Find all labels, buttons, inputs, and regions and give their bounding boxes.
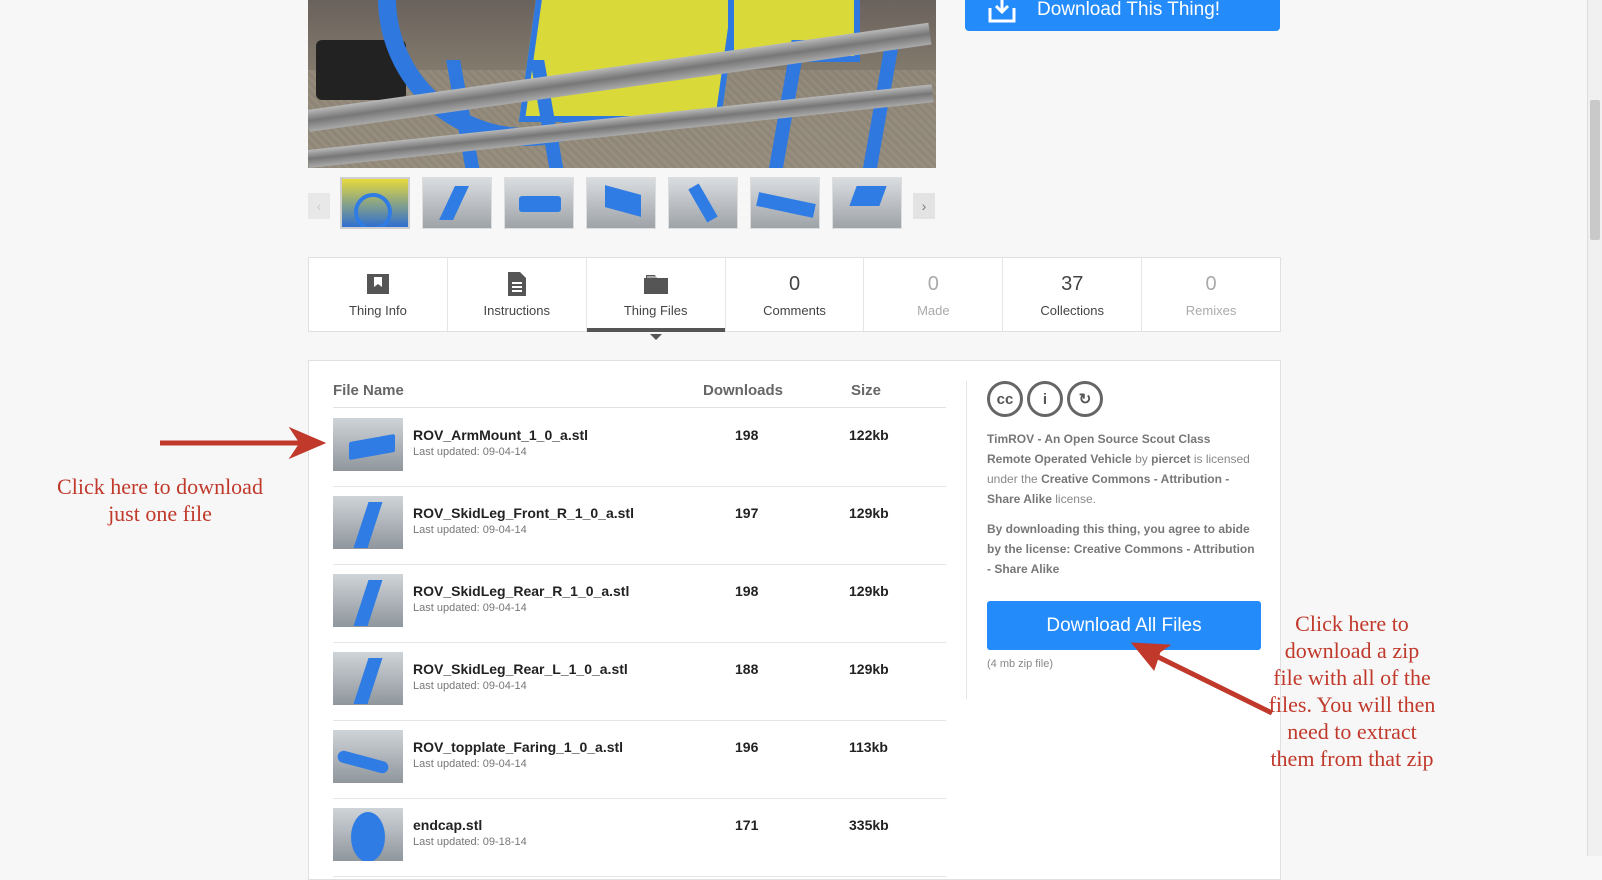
file-downloads: 171: [735, 817, 759, 833]
downloads-column-header: Downloads: [703, 382, 784, 399]
tab-instructions[interactable]: Instructions: [448, 258, 587, 331]
download-all-files-button[interactable]: Download All Files: [987, 601, 1261, 650]
file-size: 129kb: [849, 505, 889, 521]
page-scrollbar[interactable]: [1587, 0, 1602, 856]
scrollbar-thumb[interactable]: [1590, 100, 1600, 240]
tab-label: Thing Info: [349, 303, 407, 318]
license-text: TimROV - An Open Source Scout Class Remo…: [987, 429, 1256, 509]
author-link[interactable]: piercet: [1151, 452, 1190, 466]
file-date: Last updated: 09-04-14: [413, 680, 527, 692]
file-row[interactable]: endcap.stl Last updated: 09-18-14 171 33…: [333, 798, 946, 877]
file-row[interactable]: ROV_ArmMount_1_0_a.stl Last updated: 09-…: [333, 408, 946, 487]
tab-thing-files[interactable]: Thing Files: [586, 258, 726, 340]
tab-label: Comments: [763, 303, 826, 318]
thing-info-icon: [366, 271, 390, 297]
made-count: 0: [927, 273, 939, 295]
file-row[interactable]: ROV_topplate_Faring_1_0_a.stl Last updat…: [333, 720, 946, 799]
file-downloads: 188: [735, 661, 759, 677]
annotation-one-file: Click here to download just one file: [57, 474, 263, 526]
file-date: Last updated: 09-18-14: [413, 836, 527, 848]
license-suffix: license.: [1055, 492, 1096, 506]
file-row[interactable]: ROV_SkidLeg_Rear_R_1_0_a.stl Last update…: [333, 564, 946, 643]
download-thing-label: Download This Thing!: [1037, 0, 1221, 20]
tab-made[interactable]: 0 Made: [864, 258, 1004, 331]
file-thumbnail[interactable]: [333, 418, 403, 471]
file-name-link[interactable]: ROV_SkidLeg_Rear_R_1_0_a.stl: [413, 583, 629, 599]
tab-collections[interactable]: 37 Collections: [1003, 258, 1143, 331]
file-name-link[interactable]: ROV_SkidLeg_Rear_L_1_0_a.stl: [413, 661, 628, 677]
main-thing-image[interactable]: [308, 0, 936, 168]
tab-label: Collections: [1040, 303, 1105, 318]
tab-remixes[interactable]: 0 Remixes: [1142, 258, 1280, 331]
instructions-icon: [507, 271, 527, 297]
file-date: Last updated: 09-04-14: [413, 446, 527, 458]
thumbnail[interactable]: [832, 177, 902, 229]
thumbnail-strip: ‹ ›: [308, 177, 936, 229]
tab-label: Thing Files: [623, 303, 688, 318]
arrow-icon: [160, 426, 327, 460]
file-size: 122kb: [849, 427, 889, 443]
file-thumbnail[interactable]: [333, 574, 403, 627]
tab-comments[interactable]: 0 Comments: [726, 258, 865, 331]
by-text: by: [1135, 452, 1148, 466]
zip-size-note: (4 mb zip file): [987, 658, 1054, 670]
thumbnail[interactable]: [668, 177, 738, 229]
cc-license-badges[interactable]: cc i ↻: [987, 381, 1256, 417]
file-row[interactable]: ROV_SkidLeg_Rear_L_1_0_a.stl Last update…: [333, 642, 946, 721]
size-column-header: Size: [851, 382, 882, 399]
cc-icon: cc: [987, 381, 1023, 417]
file-downloads: 198: [735, 427, 759, 443]
file-downloads: 196: [735, 739, 759, 755]
file-date: Last updated: 09-04-14: [413, 602, 527, 614]
attribution-icon: i: [1027, 381, 1063, 417]
thumbnail[interactable]: [340, 177, 410, 229]
file-size: 335kb: [849, 817, 889, 833]
file-date: Last updated: 09-04-14: [413, 758, 527, 770]
comments-count: 0: [788, 273, 801, 295]
file-name-link[interactable]: endcap.stl: [413, 817, 482, 833]
file-thumbnail[interactable]: [333, 808, 403, 861]
tab-thing-info[interactable]: Thing Info: [309, 258, 448, 331]
annotation-zip-file: Click here to download a zip file with a…: [1268, 611, 1436, 771]
file-thumbnail[interactable]: [333, 496, 403, 549]
thumbs-prev-arrow-icon[interactable]: ‹: [308, 193, 330, 219]
thing-files-panel: File Name Downloads Size ROV_ArmMount_1_…: [308, 360, 1281, 880]
thumbnail[interactable]: [504, 177, 574, 229]
tab-label: Made: [917, 303, 950, 318]
file-name-link[interactable]: ROV_ArmMount_1_0_a.stl: [413, 427, 588, 443]
file-thumbnail[interactable]: [333, 652, 403, 705]
file-table-header: File Name Downloads Size: [333, 381, 946, 408]
download-icon: [987, 0, 1017, 24]
remixes-count: 0: [1205, 273, 1217, 295]
file-size: 129kb: [849, 583, 889, 599]
file-name-column-header: File Name: [333, 382, 404, 399]
file-size: 113kb: [849, 739, 888, 755]
thumbs-next-arrow-icon[interactable]: ›: [913, 193, 935, 219]
file-thumbnail[interactable]: [333, 730, 403, 783]
thumbnail[interactable]: [422, 177, 492, 229]
license-sidebar: cc i ↻ TimROV - An Open Source Scout Cla…: [966, 381, 1261, 699]
file-name-link[interactable]: ROV_topplate_Faring_1_0_a.stl: [413, 739, 623, 755]
thumbnail[interactable]: [586, 177, 656, 229]
file-downloads: 197: [735, 505, 759, 521]
tab-label: Instructions: [483, 303, 551, 318]
thumbnail[interactable]: [750, 177, 820, 229]
thing-tabs: Thing Info Instructions Thing Files 0 Co…: [308, 257, 1281, 340]
file-row[interactable]: ROV_SkidLeg_Front_R_1_0_a.stl Last updat…: [333, 486, 946, 565]
file-downloads: 198: [735, 583, 759, 599]
share-alike-icon: ↻: [1067, 381, 1103, 417]
license-agreement-text: By downloading this thing, you agree to …: [987, 522, 1255, 576]
tab-label: Remixes: [1185, 303, 1237, 318]
download-thing-button[interactable]: Download This Thing!: [965, 0, 1280, 31]
file-name-link[interactable]: ROV_SkidLeg_Front_R_1_0_a.stl: [413, 505, 634, 521]
collections-count: 37: [1061, 273, 1084, 295]
thing-files-icon: [643, 271, 669, 297]
file-date: Last updated: 09-04-14: [413, 524, 527, 536]
file-size: 129kb: [849, 661, 889, 677]
